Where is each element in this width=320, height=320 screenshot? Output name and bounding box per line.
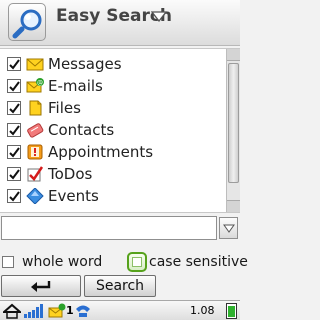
list-item-label: Appointments bbox=[48, 143, 154, 161]
button-bar: Search bbox=[0, 274, 240, 298]
list-item-events[interactable]: Events bbox=[0, 185, 226, 207]
file-icon bbox=[29, 100, 42, 116]
checkbox-box bbox=[132, 257, 142, 267]
scroll-thumb[interactable] bbox=[228, 63, 239, 183]
list-item-label: Events bbox=[48, 187, 99, 205]
list-item-appointments[interactable]: Appointments bbox=[0, 141, 226, 163]
checkmark-icon bbox=[9, 103, 20, 114]
whole-word-checkbox[interactable] bbox=[2, 256, 14, 268]
category-list: Messages @ E-mails Files Contacts Appoin… bbox=[0, 48, 240, 213]
chevron-down-icon[interactable] bbox=[151, 11, 167, 22]
checkmark-icon bbox=[9, 125, 20, 136]
whole-word-label: whole word bbox=[22, 254, 103, 270]
todo-check-icon bbox=[27, 166, 44, 182]
list-item-label: Contacts bbox=[48, 121, 115, 139]
status-clock: 1.08 bbox=[190, 304, 215, 317]
checkbox[interactable] bbox=[7, 123, 21, 137]
list-item-label: Files bbox=[48, 99, 81, 117]
list-item-messages[interactable]: Messages bbox=[0, 53, 226, 75]
new-email-icon[interactable] bbox=[48, 303, 66, 319]
phone-icon bbox=[76, 305, 90, 317]
appointment-icon bbox=[27, 144, 43, 160]
list-item-contacts[interactable]: Contacts bbox=[0, 119, 226, 141]
contact-card-icon bbox=[27, 123, 44, 138]
svg-text:@: @ bbox=[37, 80, 43, 87]
checkmark-icon bbox=[9, 169, 20, 180]
checkbox[interactable] bbox=[7, 101, 21, 115]
signal-strength-icon bbox=[24, 304, 43, 318]
search-icon-button[interactable] bbox=[8, 3, 46, 41]
scroll-down-arrow-icon[interactable] bbox=[227, 200, 240, 212]
list-item-emails[interactable]: @ E-mails bbox=[0, 75, 226, 97]
battery-icon bbox=[226, 303, 237, 319]
back-arrow-icon bbox=[31, 281, 51, 292]
list-scrollbar[interactable] bbox=[226, 49, 240, 212]
checkmark-icon bbox=[9, 147, 20, 158]
case-sensitive-label: case sensitive bbox=[149, 254, 248, 270]
envelope-icon bbox=[26, 58, 44, 71]
checkbox[interactable] bbox=[7, 167, 21, 181]
search-history-dropdown[interactable] bbox=[219, 217, 238, 239]
checkmark-icon bbox=[9, 81, 20, 92]
list-item-todos[interactable]: ToDos bbox=[0, 163, 226, 185]
list-item-label: Messages bbox=[48, 55, 122, 73]
search-button[interactable]: Search bbox=[84, 275, 156, 297]
search-input[interactable] bbox=[1, 216, 217, 240]
back-button[interactable] bbox=[1, 275, 81, 297]
email-icon: @ bbox=[26, 78, 44, 93]
message-count: 1 bbox=[66, 304, 74, 317]
checkbox[interactable] bbox=[7, 189, 21, 203]
scroll-up-arrow-icon[interactable] bbox=[227, 49, 240, 61]
checkmark-icon bbox=[9, 59, 20, 70]
list-item-files[interactable]: Files bbox=[0, 97, 226, 119]
battery-level bbox=[228, 306, 235, 317]
app-header: Easy Search bbox=[0, 0, 240, 46]
home-icon[interactable] bbox=[3, 303, 21, 319]
checkbox[interactable] bbox=[7, 79, 21, 93]
list-item-label: ToDos bbox=[48, 165, 93, 183]
case-sensitive-checkbox[interactable] bbox=[127, 252, 147, 272]
checkmark-icon bbox=[9, 191, 20, 202]
checkbox[interactable] bbox=[7, 145, 21, 159]
checkbox[interactable] bbox=[7, 57, 21, 71]
chevron-down-icon bbox=[223, 224, 235, 233]
event-diamond-icon bbox=[26, 188, 44, 204]
list-item-label: E-mails bbox=[48, 77, 103, 95]
magnifier-icon bbox=[12, 9, 42, 39]
status-bar: 1 1.08 bbox=[0, 300, 240, 320]
